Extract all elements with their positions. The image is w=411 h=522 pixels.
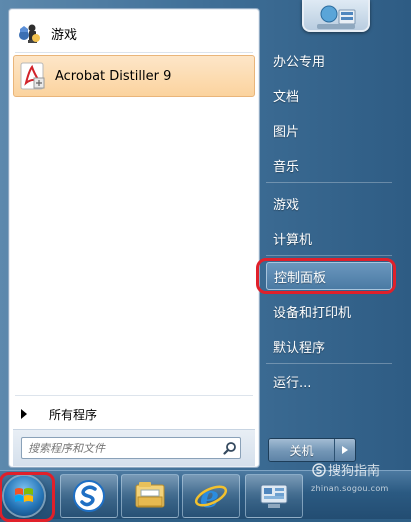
chevron-right-icon	[341, 445, 349, 455]
search-bar	[13, 429, 255, 466]
search-icon[interactable]	[220, 438, 240, 458]
watermark-url: zhinan.sogou.com	[311, 484, 389, 493]
taskbar-button-sogou[interactable]	[60, 474, 118, 518]
shutdown-label: 关机	[289, 443, 314, 458]
search-box	[21, 437, 241, 459]
divider	[266, 182, 392, 183]
menu-item-documents[interactable]: 文档	[266, 81, 392, 109]
all-programs-label: 所有程序	[49, 407, 98, 422]
watermark-brand: 搜狗指南	[312, 460, 380, 479]
menu-item-games[interactable]: 游戏	[266, 189, 392, 217]
start-button[interactable]	[4, 476, 44, 516]
divider	[266, 255, 392, 256]
program-item-games[interactable]: 游戏	[13, 15, 253, 51]
menu-item-label: 文档	[273, 89, 300, 105]
shutdown-button-group: 关机	[268, 438, 356, 462]
svg-text:e: e	[200, 480, 219, 513]
games-icon	[17, 20, 43, 46]
file-explorer-icon	[133, 481, 167, 511]
divider	[15, 395, 253, 396]
menu-item-computer[interactable]: 计算机	[266, 224, 392, 252]
taskbar-button-ie[interactable]: e	[182, 474, 240, 518]
menu-item-default-programs[interactable]: 默认程序	[266, 332, 392, 360]
taskbar-button-explorer[interactable]	[121, 474, 179, 518]
divider	[15, 52, 253, 53]
menu-item-control-panel[interactable]: 控制面板	[266, 262, 392, 290]
search-input[interactable]	[22, 440, 220, 456]
divider	[266, 363, 392, 364]
menu-item-label: 音乐	[273, 159, 300, 175]
menu-item-label: 默认程序	[273, 340, 326, 356]
acrobat-distiller-icon	[17, 61, 47, 91]
menu-item-label: 计算机	[273, 232, 313, 248]
shutdown-options-button[interactable]	[334, 439, 355, 461]
sogou-browser-icon	[72, 479, 106, 513]
start-menu-left-pane: 游戏 Acrobat Distiller 9 所有程序	[8, 8, 260, 468]
internet-explorer-icon: e	[194, 479, 228, 513]
start-orb-icon	[13, 485, 35, 507]
watermark: 搜狗指南 zhinan.sogou.com	[310, 460, 410, 493]
program-item-acrobat-distiller[interactable]: Acrobat Distiller 9	[13, 55, 255, 97]
menu-item-label: 图片	[273, 124, 300, 140]
user-picture[interactable]	[302, 0, 370, 32]
sogou-logo-icon	[312, 462, 326, 477]
user-picture-icon	[313, 4, 359, 30]
menu-item-music[interactable]: 音乐	[266, 151, 392, 179]
control-panel-icon	[258, 482, 290, 510]
all-programs-button[interactable]: 所有程序	[15, 401, 251, 427]
menu-item-pictures[interactable]: 图片	[266, 116, 392, 144]
start-menu: 游戏 Acrobat Distiller 9 所有程序 搜索程序和文件 办公专用…	[0, 0, 411, 470]
menu-item-office[interactable]: 办公专用	[266, 46, 392, 74]
watermark-brand-text: 搜狗指南	[328, 464, 381, 479]
menu-item-label: 办公专用	[273, 54, 326, 70]
taskbar-button-control-panel[interactable]	[245, 474, 303, 518]
menu-item-label: 运行...	[273, 375, 312, 391]
program-label: Acrobat Distiller 9	[55, 68, 172, 84]
expand-arrow-icon	[21, 409, 27, 419]
menu-item-label: 设备和打印机	[273, 305, 352, 321]
shutdown-button[interactable]: 关机	[269, 439, 334, 461]
menu-item-devices-printers[interactable]: 设备和打印机	[266, 297, 392, 325]
menu-item-label: 游戏	[273, 197, 300, 213]
menu-item-run[interactable]: 运行...	[266, 367, 392, 395]
menu-item-label: 控制面板	[274, 270, 327, 286]
program-label: 游戏	[51, 27, 78, 43]
